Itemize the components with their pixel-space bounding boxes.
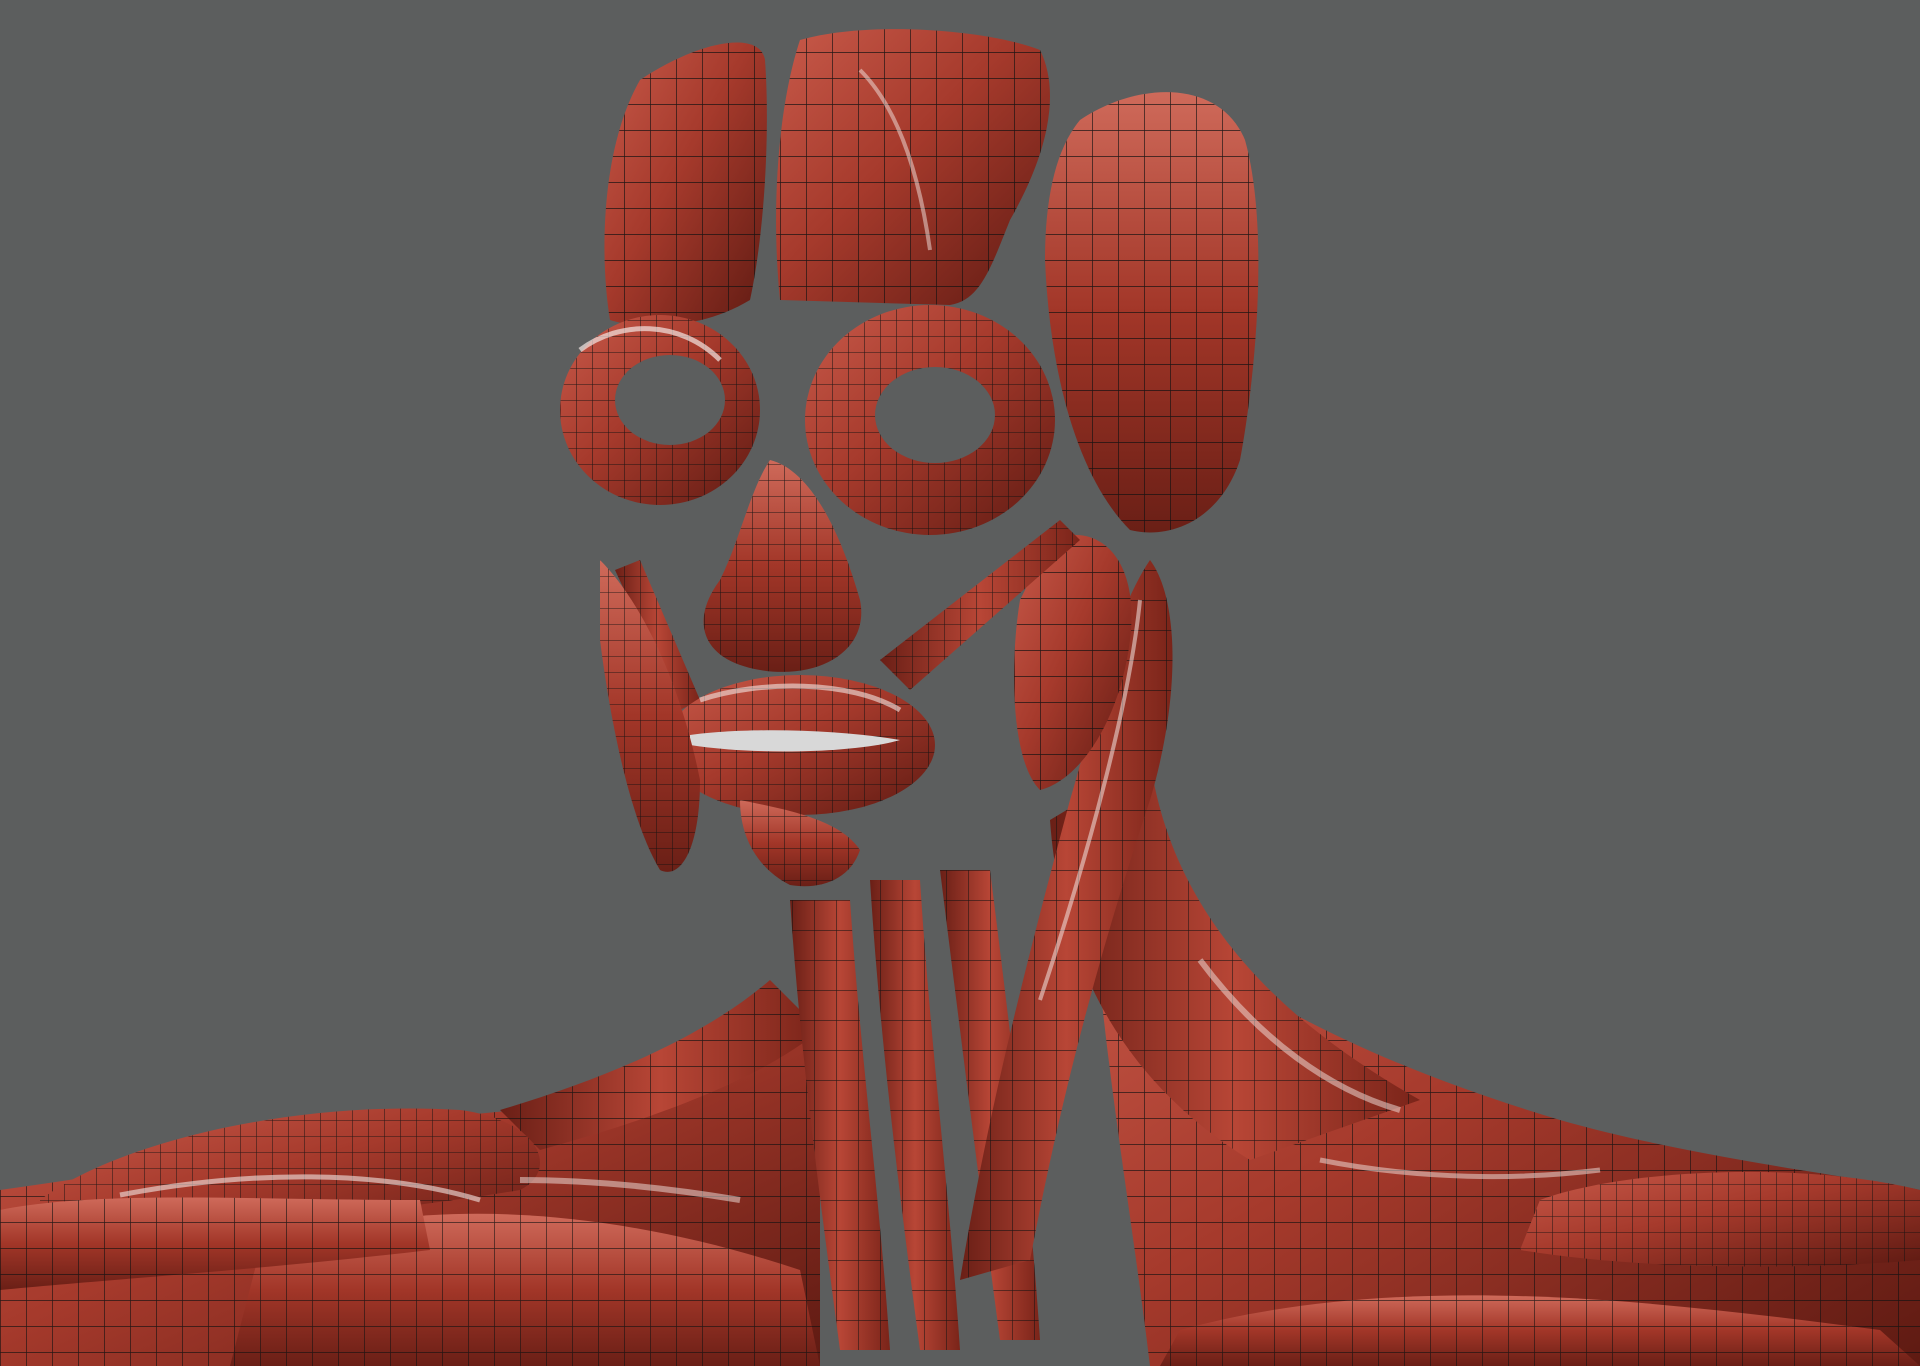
orbicularis-oculi-right <box>805 305 1055 535</box>
muscle-model-render <box>0 29 1920 1366</box>
orbicularis-oris <box>665 675 935 815</box>
temporalis-right <box>1045 92 1259 533</box>
orbicularis-oculi-left <box>560 315 760 505</box>
render-viewport <box>0 0 1920 1366</box>
frontalis-left <box>604 42 767 326</box>
frontalis-center <box>776 29 1050 306</box>
